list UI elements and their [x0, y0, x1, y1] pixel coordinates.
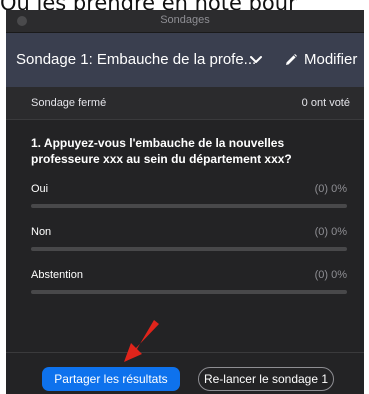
pencil-icon: [286, 53, 297, 65]
relaunch-poll-button[interactable]: Re-lancer le sondage 1: [198, 367, 334, 391]
poll-state: Sondage fermé: [31, 97, 107, 109]
window-title: Sondages: [160, 14, 210, 26]
edit-button[interactable]: Modifier: [284, 51, 357, 68]
share-results-button[interactable]: Partager les résultats: [42, 367, 180, 391]
option-label: Oui: [31, 183, 49, 195]
option-result: (0) 0%: [314, 183, 347, 195]
option-result-bar: [31, 290, 347, 294]
poll-selector[interactable]: Sondage 1: Embauche de la profe...: [16, 51, 256, 68]
title-bar: Sondages: [6, 10, 364, 33]
option-label: Non: [31, 226, 52, 238]
option-result: (0) 0%: [314, 226, 347, 238]
chevron-down-icon[interactable]: [248, 51, 264, 67]
edit-button-label: Modifier: [304, 51, 358, 68]
poll-header: Sondage 1: Embauche de la profe... Modif…: [6, 33, 364, 87]
option-label: Abstention: [31, 269, 83, 281]
option-result-bar: [31, 247, 347, 251]
poll-status-bar: Sondage fermé 0 ont voté: [6, 87, 364, 120]
caption-text: Ou les prendre en note pour: [0, 0, 369, 10]
poll-footer: Partager les résultats Re-lancer le sond…: [6, 352, 364, 394]
option-result: (0) 0%: [314, 269, 347, 281]
poll-question: 1. Appuyez-vous l'embauche de la nouvell…: [31, 136, 292, 166]
vote-count: 0 ont voté: [301, 97, 350, 109]
polls-window: Sondages Sondage 1: Embauche de la profe…: [6, 10, 364, 394]
red-arrow-annotation: [124, 320, 159, 362]
option-result-bar: [31, 204, 347, 208]
